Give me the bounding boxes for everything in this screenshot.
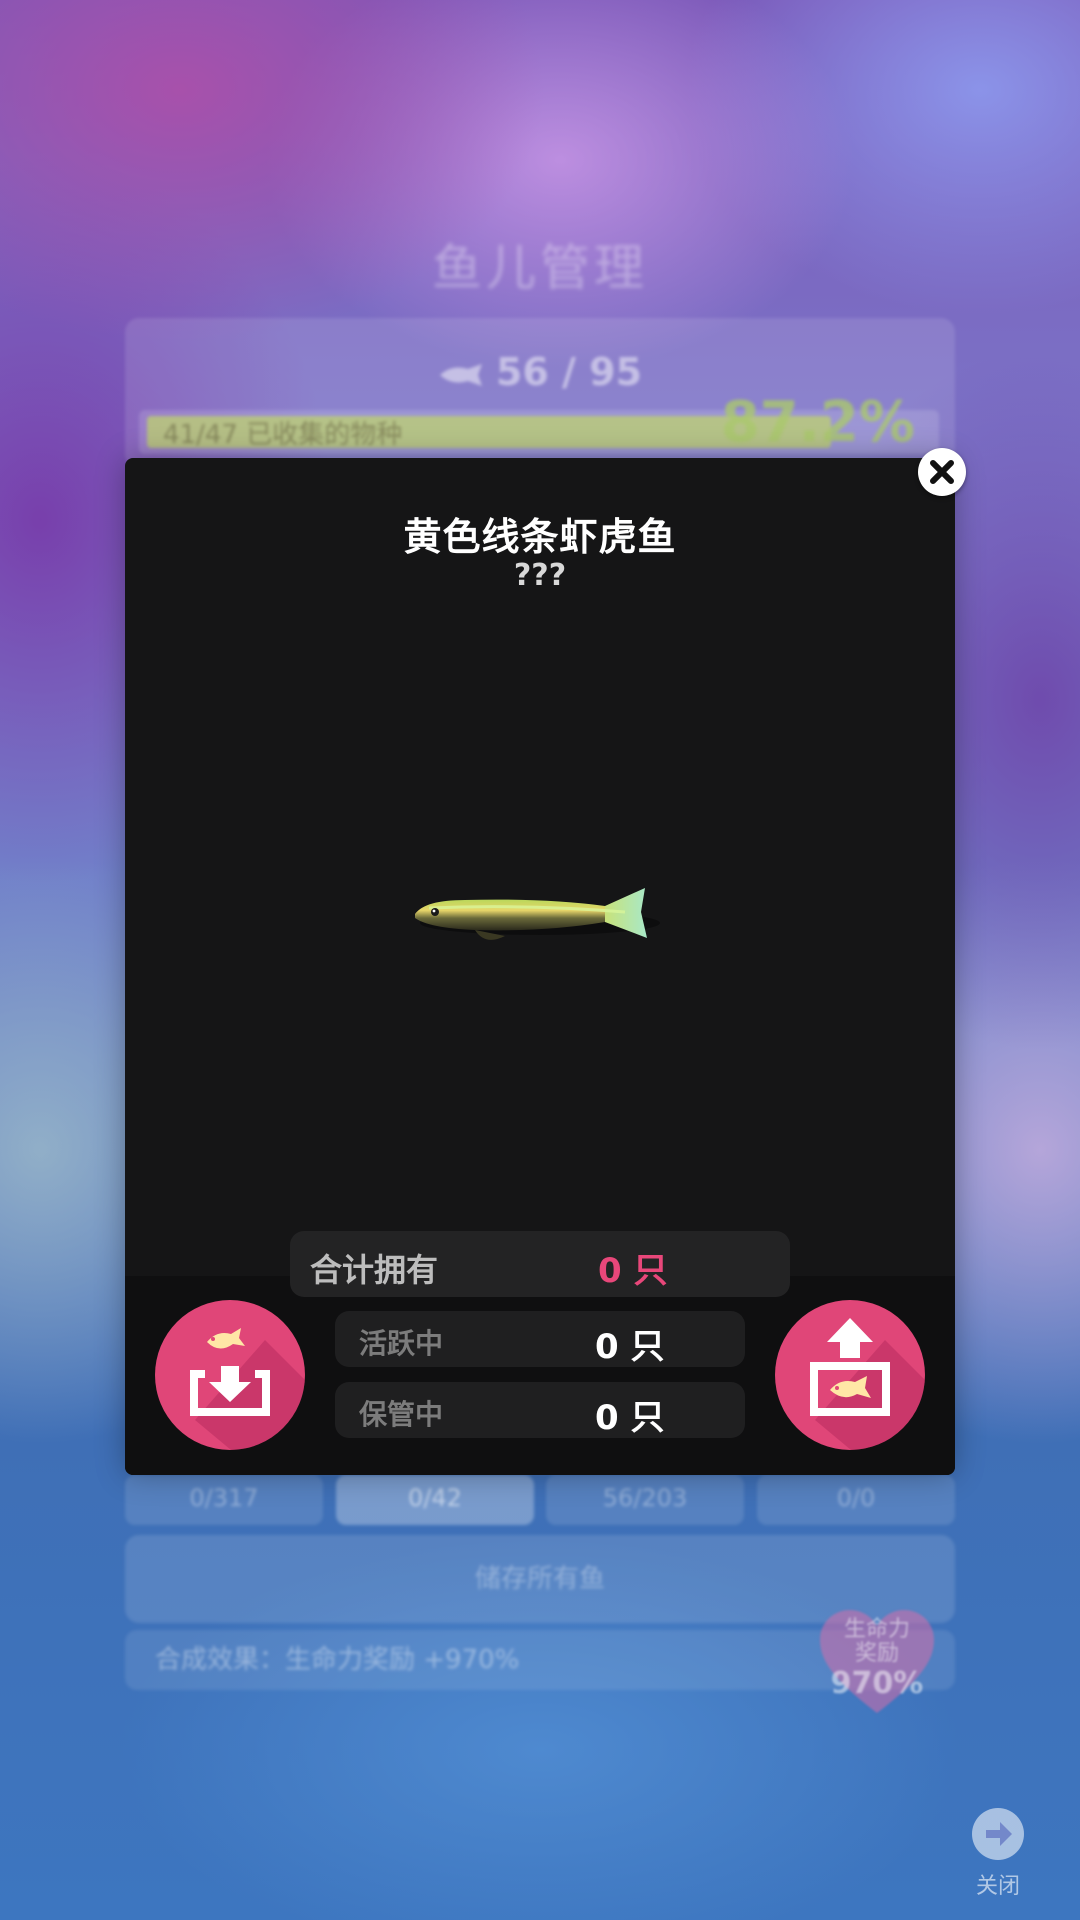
close-page-label: 关闭: [975, 1874, 1020, 1899]
fish-icon: [439, 363, 482, 386]
store-fish-button[interactable]: [155, 1300, 305, 1450]
vitality-badge-value: 970%: [830, 1666, 924, 1701]
fish-name: 黄色线条虾虎鱼: [403, 515, 677, 559]
close-page-button[interactable]: 关闭: [958, 1802, 1038, 1902]
total-owned-label: 合计拥有: [310, 1251, 439, 1289]
tab-2[interactable]: 56/203: [546, 1475, 744, 1525]
active-row: 活跃中 0 只: [335, 1311, 745, 1367]
species-progress-text: 41/47 已收集的物种: [163, 420, 403, 450]
tab-1[interactable]: 0/42: [336, 1475, 534, 1525]
release-fish-button[interactable]: [775, 1300, 925, 1450]
fish-count: 56 / 95: [125, 350, 955, 394]
close-icon: [930, 460, 954, 484]
active-value: 0 只: [595, 1327, 665, 1367]
store-fish-icon: [190, 1328, 305, 1450]
arrow-right-icon: [972, 1808, 1024, 1860]
release-fish-icon: [810, 1318, 925, 1450]
collection-summary-panel: 56 / 95 41/47 已收集的物种 87.2%: [125, 318, 955, 468]
species-percent: 87.2%: [720, 390, 915, 455]
total-owned-row: 合计拥有 0 只: [290, 1231, 790, 1297]
page-title: 鱼儿管理: [432, 239, 648, 297]
stored-row: 保管中 0 只: [335, 1382, 745, 1438]
active-label: 活跃中: [359, 1327, 444, 1360]
tab-0[interactable]: 0/317: [125, 1475, 323, 1525]
fish-count-value: 56 / 95: [495, 350, 643, 394]
category-tabs: 0/317 0/42 56/203 0/0: [125, 1475, 955, 1525]
fish-model-image[interactable]: [405, 868, 675, 958]
stored-value: 0 只: [595, 1398, 665, 1438]
stored-label: 保管中: [359, 1398, 444, 1431]
modal-close-button[interactable]: [918, 448, 966, 496]
vitality-badge-label: 生命力 奖励: [843, 1617, 910, 1666]
total-owned-value: 0 只: [598, 1251, 668, 1291]
fish-subtitle: ???: [513, 558, 567, 593]
fish-detail-modal: 黄色线条虾虎鱼 ??? 合计拥有 0 只 活跃中 0 只 保管中 0 只: [125, 448, 966, 1475]
vitality-badge: 生命力 奖励 970%: [818, 1608, 936, 1718]
tab-3[interactable]: 0/0: [757, 1475, 955, 1525]
